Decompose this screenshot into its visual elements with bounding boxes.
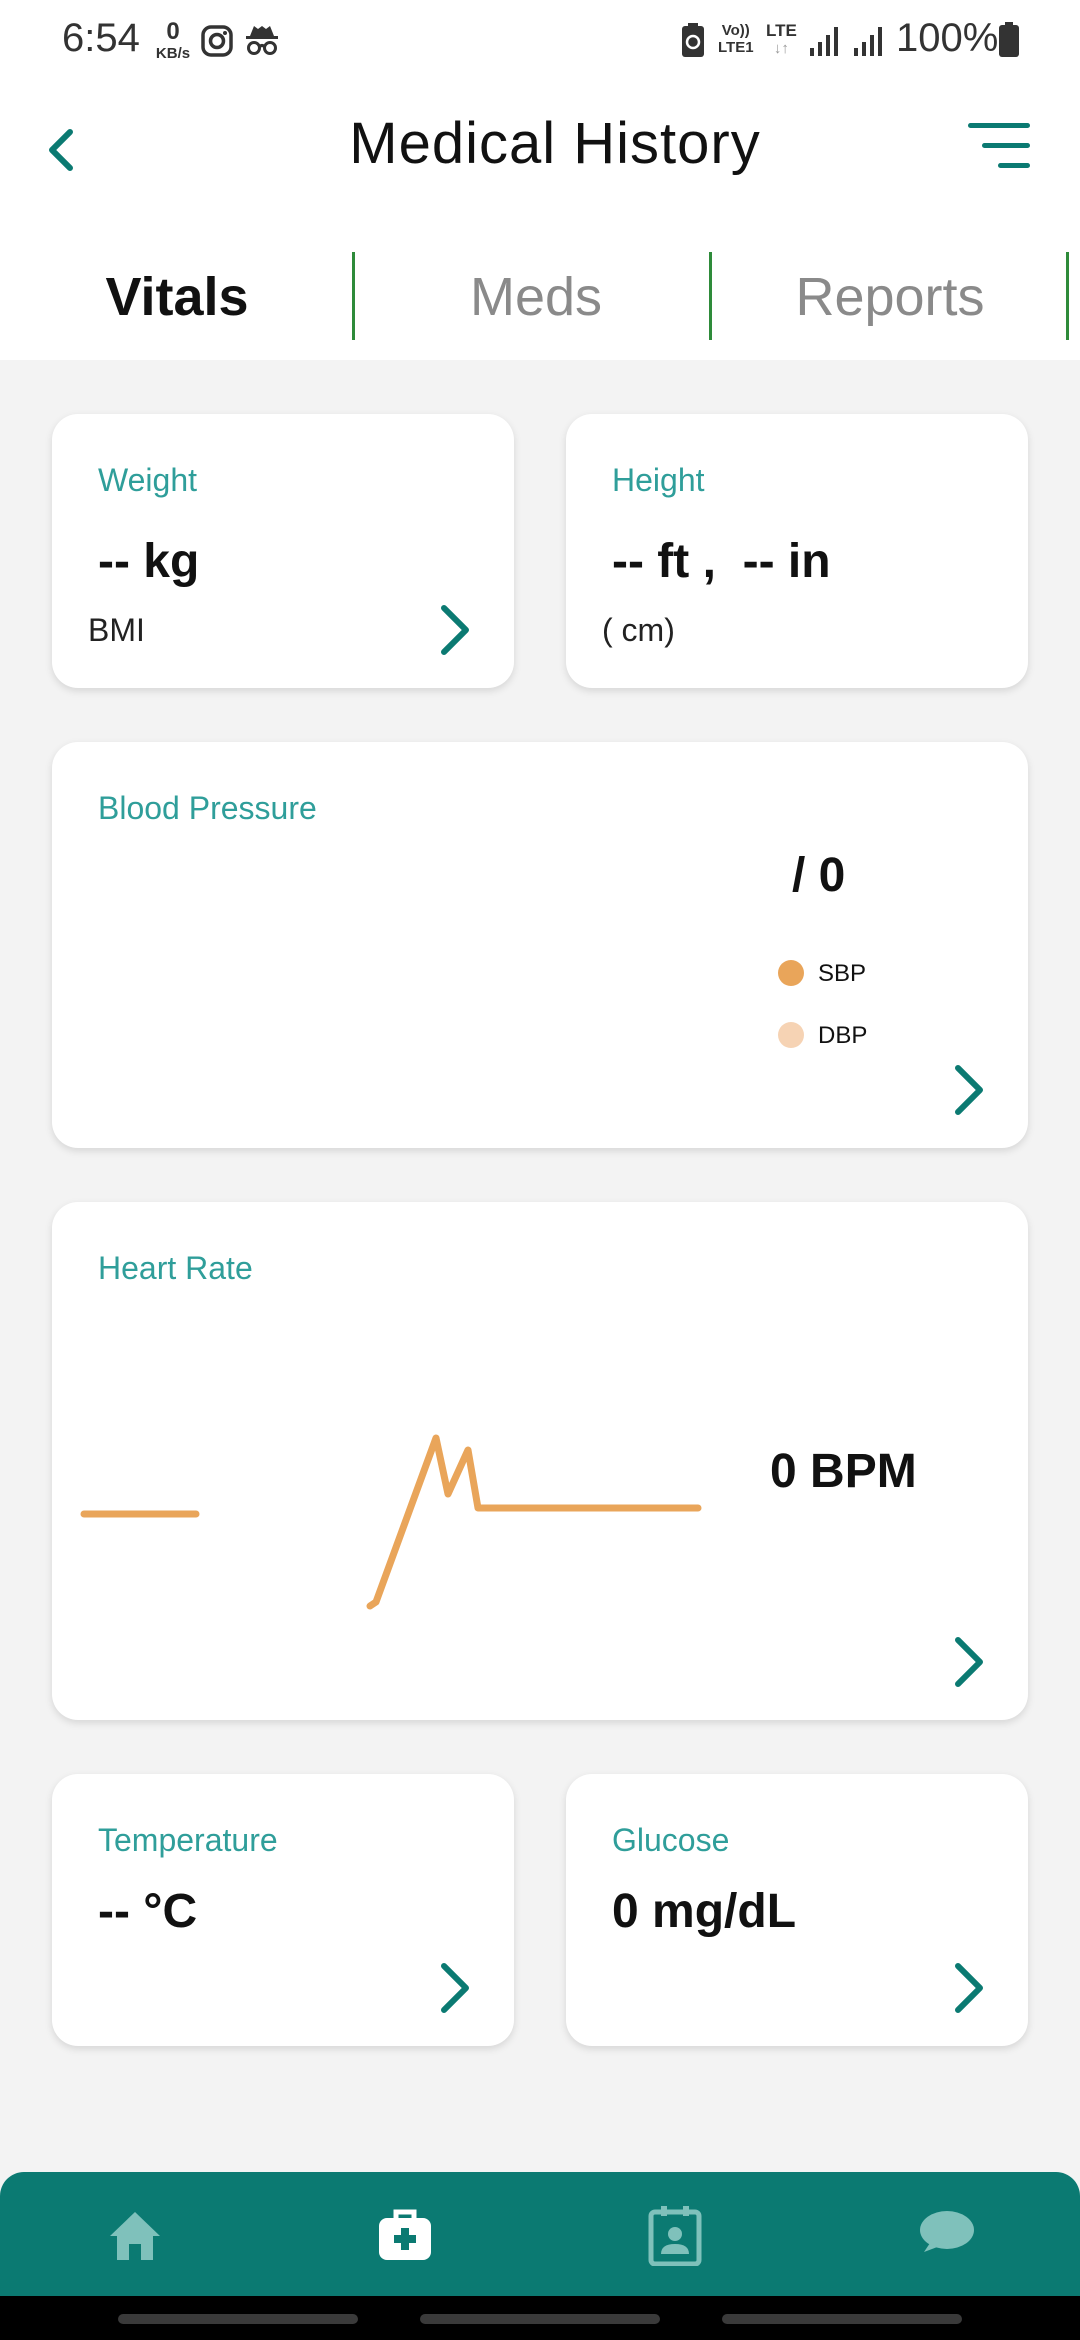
system-nav-pill	[118, 2314, 358, 2324]
tab-divider	[1066, 252, 1069, 340]
filter-menu-icon[interactable]	[964, 116, 1034, 176]
chevron-right-icon[interactable]	[438, 1960, 472, 2016]
blood-pressure-label: Blood Pressure	[98, 790, 317, 826]
net-speed: 0 KB/s	[152, 18, 194, 62]
temperature-label: Temperature	[98, 1822, 278, 1858]
volte-indicator: Vo)) LTE1	[718, 22, 754, 56]
blood-pressure-card[interactable]: Blood Pressure / 0 SBP DBP	[52, 742, 1028, 1148]
chevron-right-icon[interactable]	[952, 1062, 986, 1118]
incognito-icon	[246, 26, 278, 55]
heart-rate-card[interactable]: Heart Rate 0 BPM	[52, 1202, 1028, 1720]
chevron-right-icon[interactable]	[438, 602, 472, 658]
volte-line2: LTE1	[718, 39, 754, 56]
home-icon[interactable]	[106, 2208, 164, 2264]
dbp-legend-dot	[778, 1022, 804, 1048]
calendar-user-icon[interactable]	[648, 2204, 702, 2266]
system-nav-pill	[722, 2314, 962, 2324]
signal-icon	[810, 27, 838, 56]
sbp-legend-dot	[778, 960, 804, 986]
system-nav-pill	[420, 2314, 660, 2324]
page-title: Medical History	[349, 111, 761, 176]
height-card[interactable]: Height -- ft , -- in ( cm)	[566, 414, 1028, 688]
weight-card[interactable]: Weight -- kg BMI	[52, 414, 514, 688]
lte-label: LTE	[766, 21, 797, 40]
instagram-icon	[201, 25, 233, 57]
temperature-card[interactable]: Temperature -- °C	[52, 1774, 514, 2046]
battery-icon	[999, 22, 1019, 57]
tab-reports[interactable]: Reports	[712, 266, 1068, 328]
volte-line1: Vo))	[721, 22, 750, 39]
chevron-right-icon[interactable]	[952, 1960, 986, 2016]
height-label: Height	[612, 462, 705, 498]
bmi-label: BMI	[88, 612, 145, 648]
sbp-legend-label: SBP	[818, 960, 867, 987]
tab-vitals[interactable]: Vitals	[0, 266, 354, 328]
battery-percent: 100%	[896, 16, 999, 60]
signal-icon	[854, 27, 882, 56]
net-speed-unit: KB/s	[155, 45, 191, 62]
chevron-right-icon[interactable]	[952, 1634, 986, 1690]
tab-divider	[352, 252, 355, 340]
glucose-card[interactable]: Glucose 0 mg/dL	[566, 1774, 1028, 2046]
weight-label: Weight	[98, 462, 198, 498]
blood-pressure-value: / 0	[792, 849, 846, 902]
tab-meds[interactable]: Meds	[358, 266, 714, 328]
height-cm-label: ( cm)	[602, 612, 675, 648]
lte-arrows: ↓↑	[773, 40, 789, 57]
net-speed-value: 0	[166, 18, 180, 45]
lte-indicator: LTE ↓↑	[766, 22, 797, 58]
heart-rate-value: 0 BPM	[770, 1445, 917, 1498]
chat-icon[interactable]	[916, 2208, 976, 2262]
dbp-legend-label: DBP	[818, 1022, 868, 1049]
weight-value: -- kg	[98, 535, 200, 588]
glucose-value: 0 mg/dL	[612, 1885, 797, 1938]
temperature-value: -- °C	[98, 1885, 198, 1938]
medical-kit-icon[interactable]	[376, 2206, 434, 2264]
glucose-label: Glucose	[612, 1822, 730, 1858]
status-time: 6:54	[62, 16, 140, 60]
battery-saver-icon	[682, 23, 704, 57]
height-value: -- ft , -- in	[612, 535, 831, 588]
